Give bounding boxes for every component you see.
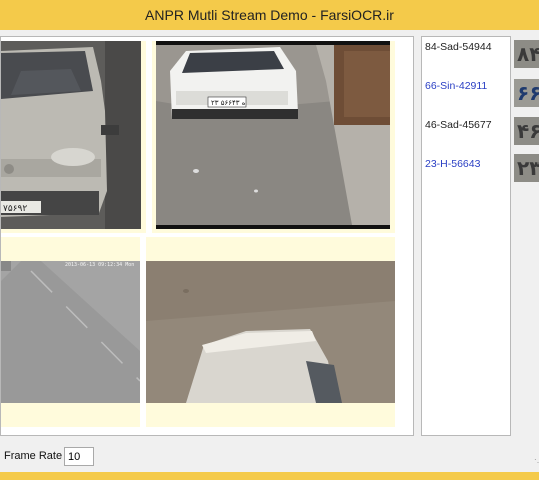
stream-3-timestamp: 2013-06-13 09:12:34 Mon — [65, 262, 135, 268]
svg-text:۷۵۶۹۲: ۷۵۶۹۲ — [3, 204, 27, 214]
svg-text:۲۳ ه ۵۶۶۴۳: ۲۳ ه ۵۶۶۴۳ — [211, 99, 246, 107]
stream-2-cell: ۲۳ ه ۵۶۶۴۳ — [152, 41, 395, 233]
plate-list-item[interactable]: 84-Sad-54944 — [425, 41, 492, 53]
title-bar[interactable]: ANPR Mutli Stream Demo - FarsiOCR.ir — [0, 0, 539, 30]
stream-3-cell: 2013-06-13 09:12:34 Mon — [1, 237, 140, 427]
stream-1-cell: ۷۵۶۹۲ — [1, 41, 146, 233]
stream-4-car-image — [146, 261, 395, 403]
stream-4-video[interactable] — [146, 261, 395, 403]
frame-rate-input[interactable] — [64, 447, 94, 466]
stream-2-video[interactable]: ۲۳ ه ۵۶۶۴۳ — [156, 41, 390, 229]
plate-list[interactable]: 84-Sad-54944 66-Sin-42911 46-Sad-45677 2… — [421, 36, 511, 436]
window-title: ANPR Mutli Stream Demo - FarsiOCR.ir — [145, 7, 394, 23]
plate-list-item[interactable]: 23-H-56643 — [425, 158, 480, 170]
frame-rate-label: Frame Rate — [4, 450, 63, 462]
plate-crop-thumbnail: ۶۶ — [514, 79, 539, 107]
resize-grip-icon[interactable]: ⋱ — [534, 458, 539, 467]
plate-list-item[interactable]: 66-Sin-42911 — [425, 80, 487, 92]
plate-crop-thumbnail: ۲۳ — [514, 154, 539, 182]
stream-2-car-image: ۲۳ ه ۵۶۶۴۳ — [156, 41, 390, 229]
stream-1-video[interactable]: ۷۵۶۹۲ — [1, 41, 141, 229]
stream-3-video[interactable]: 2013-06-13 09:12:34 Mon — [1, 261, 140, 403]
plate-list-item[interactable]: 46-Sad-45677 — [425, 119, 492, 131]
stream-3-road-image — [1, 261, 140, 403]
window-bottom-border — [0, 472, 539, 480]
stream-4-cell — [146, 237, 395, 427]
plate-crop-thumbnail: ۴۶ — [514, 117, 539, 145]
stream-1-car-image: ۷۵۶۹۲ — [1, 41, 141, 229]
plate-crop-thumbnail: ۸۴ — [514, 40, 539, 68]
video-grid: ۷۵۶۹۲ ۲۳ ه ۵۶۶۴۳ 2013-06-13 09:12:34 Mon — [0, 36, 414, 436]
